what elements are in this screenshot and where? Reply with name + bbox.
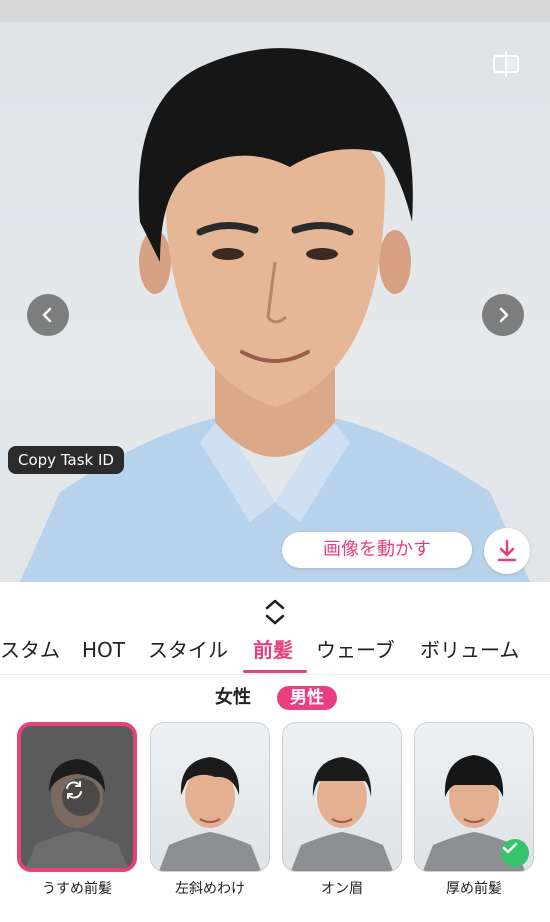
style-label: うすめ前髪 <box>42 881 112 897</box>
tab-custom[interactable]: スタム <box>0 632 60 672</box>
download-button[interactable] <box>484 528 530 574</box>
divider <box>0 674 550 675</box>
style-label: オン眉 <box>321 881 363 897</box>
active-tab-indicator <box>243 670 307 673</box>
style-card-on-mayu[interactable]: オン眉 <box>282 722 402 898</box>
style-card-atsume[interactable]: 厚め前髪 <box>414 722 534 898</box>
tab-bangs[interactable]: 前髪 <box>253 632 293 672</box>
style-card-hidari-naname[interactable]: 左斜めわけ <box>150 722 270 898</box>
next-button[interactable] <box>482 294 524 336</box>
tab-style[interactable]: スタイル <box>148 632 228 672</box>
refresh-icon[interactable] <box>62 778 100 816</box>
check-icon <box>501 839 529 867</box>
style-thumbnail <box>414 722 534 872</box>
style-card-usume[interactable]: うすめ前髪 <box>17 722 137 898</box>
category-tabs: スタム HOT スタイル 前髪 ウェーブ ボリューム <box>0 632 550 672</box>
compare-split-icon <box>493 51 519 77</box>
move-image-button[interactable]: 画像を動かす <box>282 532 472 568</box>
gender-female-button[interactable]: 女性 <box>215 684 251 712</box>
style-sheet: スタム HOT スタイル 前髪 ウェーブ ボリューム 女性 男性 うすめ前髪 左… <box>0 588 550 922</box>
tab-hot[interactable]: HOT <box>82 632 125 672</box>
style-label: 厚め前髪 <box>446 881 502 897</box>
style-thumbnail <box>17 722 137 872</box>
portrait-image <box>20 48 530 582</box>
download-icon <box>497 539 517 562</box>
compare-button[interactable] <box>486 44 526 84</box>
expand-collapse-icon <box>265 599 285 625</box>
tab-wave[interactable]: ウェーブ <box>316 632 395 672</box>
tab-volume[interactable]: ボリューム <box>420 632 519 672</box>
portrait-thumbnail <box>159 757 261 871</box>
gender-male-button[interactable]: 男性 <box>277 686 337 710</box>
preview-photo[interactable]: Copy Task ID 画像を動かす <box>0 22 550 582</box>
style-list: うすめ前髪 左斜めわけ オン眉 厚め前髪 <box>0 722 550 902</box>
sheet-toggle-button[interactable] <box>258 594 292 630</box>
style-thumbnail <box>150 722 270 872</box>
previous-button[interactable] <box>27 294 69 336</box>
status-strip <box>0 0 550 22</box>
chevron-right-icon <box>499 307 509 323</box>
style-label: 左斜めわけ <box>175 881 245 897</box>
chevron-left-icon <box>42 307 52 323</box>
style-thumbnail <box>282 722 402 872</box>
copy-task-id-button[interactable]: Copy Task ID <box>8 446 124 474</box>
portrait-thumbnail <box>291 757 393 871</box>
gender-filter: 女性 男性 <box>0 684 550 712</box>
